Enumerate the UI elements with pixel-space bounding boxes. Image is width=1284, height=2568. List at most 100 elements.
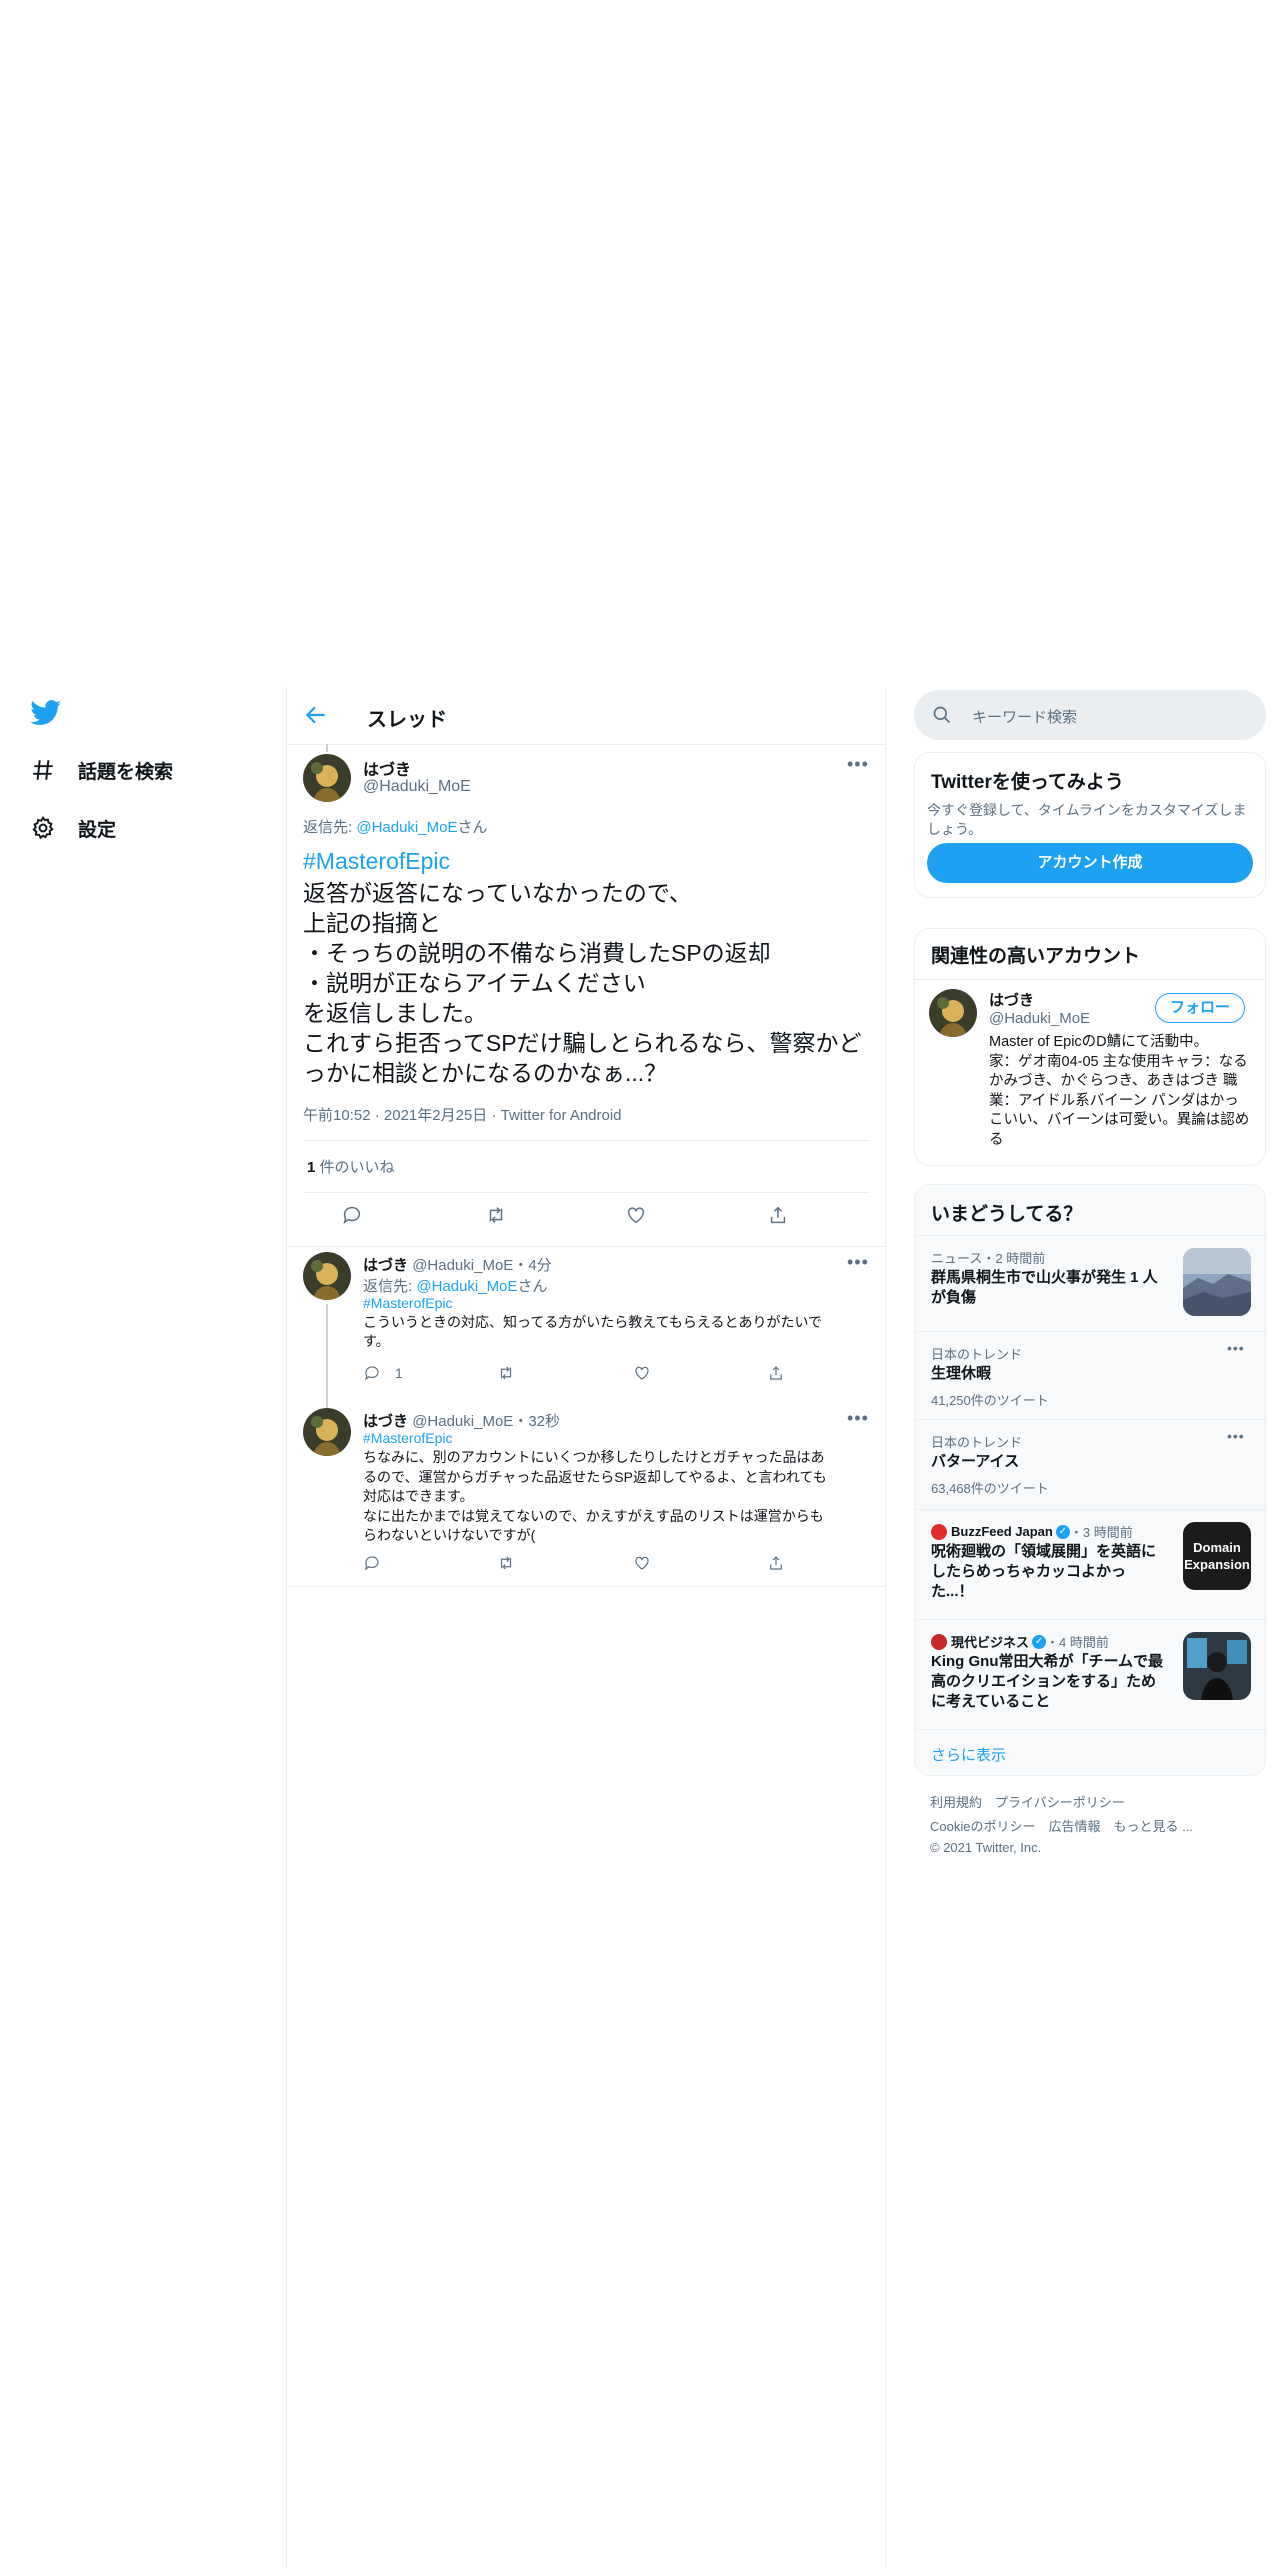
signup-title: Twitterを使ってみよう	[931, 772, 1124, 793]
divider	[303, 1192, 869, 1193]
likes-count[interactable]: 1 件のいいね	[307, 1156, 395, 1177]
reply-button[interactable]: 1	[363, 1364, 403, 1382]
trend-item[interactable]: 現代ビジネス ✓ ・4 時間前 King Gnu常田大希が「チームで最 高のクリ…	[915, 1619, 1265, 1730]
thread-connector	[326, 744, 328, 752]
trend-item[interactable]: 日本のトレンド 生理休暇 41,250件のツイート •••	[915, 1331, 1265, 1420]
avatar[interactable]	[929, 989, 977, 1037]
share-icon	[770, 1366, 782, 1380]
tweet-date[interactable]: 2021年2月25日	[384, 1107, 487, 1124]
like-button[interactable]	[633, 1364, 651, 1382]
avatar[interactable]	[303, 1408, 351, 1456]
tweet-time[interactable]: 午前10:52	[303, 1107, 371, 1124]
search-icon	[933, 706, 951, 724]
follow-button[interactable]: フォロー	[1155, 993, 1245, 1023]
thread-column: スレッド はづき @Haduki_MoE ••• 返信先: @Haduki_Mo…	[286, 686, 886, 2568]
more-options-icon[interactable]: •••	[847, 1252, 869, 1273]
more-options-icon[interactable]: •••	[1227, 1428, 1245, 1444]
verified-badge-icon: ✓	[1032, 1634, 1047, 1649]
copyright: © 2021 Twitter, Inc.	[930, 1840, 1042, 1855]
create-account-button[interactable]: アカウント作成	[927, 843, 1253, 883]
author-name[interactable]: はづき	[363, 756, 411, 780]
author-handle[interactable]: @Haduki_MoE	[412, 1257, 513, 1274]
related-handle[interactable]: @Haduki_MoE	[989, 1010, 1090, 1027]
nav-settings[interactable]: 設定	[30, 810, 116, 846]
author-name[interactable]: はづき	[363, 1257, 408, 1274]
reply-handle-link[interactable]: @Haduki_MoE	[416, 1278, 517, 1295]
trend-thumbnail	[1183, 1632, 1251, 1700]
gear-icon	[32, 815, 54, 840]
trend-title: King Gnu常田大希が「チームで最 高のクリエイションをする」ため に考えて…	[931, 1653, 1164, 1710]
reply-suffix: さん	[457, 819, 488, 836]
footer-links-1[interactable]: 利用規約 プライバシーポリシー	[930, 1792, 1125, 1811]
trend-title: バターアイス	[931, 1453, 1020, 1470]
trend-category: 日本のトレンド	[931, 1435, 1023, 1450]
related-bio: Master of EpicのD鯖にて活動中。 家：ゲオ南04-05 主な使用キ…	[989, 1034, 1250, 1148]
tweet-age[interactable]: 32秒	[528, 1413, 560, 1430]
show-more-row[interactable]: さらに表示	[915, 1729, 1265, 1775]
heart-icon	[635, 1366, 649, 1380]
trends-title: いまどうしてる？	[931, 1204, 1083, 1225]
retweet-icon	[500, 1366, 512, 1380]
retweet-button[interactable]	[497, 1554, 515, 1572]
trends-card: いまどうしてる？ ニュース・2 時間前 群馬県桐生市で山火事が発生 1 人 が負…	[914, 1184, 1266, 1776]
dot-separator: ・	[513, 1413, 529, 1430]
avatar[interactable]	[303, 1252, 351, 1300]
tweet-source[interactable]: Twitter for Android	[501, 1107, 622, 1124]
reply-button[interactable]	[363, 1554, 381, 1572]
trend-item[interactable]: ニュース・2 時間前 群馬県桐生市で山火事が発生 1 人 が負傷	[915, 1235, 1265, 1332]
hashtag-link[interactable]: #MasterofEpic	[363, 1430, 452, 1446]
share-icon	[770, 1206, 786, 1224]
divider	[915, 979, 1265, 980]
divider	[287, 1246, 885, 1247]
reply-count: 1	[395, 1365, 403, 1381]
retweet-button[interactable]	[497, 1364, 515, 1382]
back-arrow-icon[interactable]	[303, 702, 329, 728]
like-button[interactable]	[633, 1554, 651, 1572]
share-button[interactable]	[767, 1554, 785, 1572]
heart-icon	[635, 1556, 649, 1570]
hashtag-link[interactable]: #MasterofEpic	[363, 1295, 452, 1311]
footer-links-2[interactable]: Cookieのポリシー 広告情報 もっと見る ...	[930, 1816, 1193, 1835]
more-options-icon[interactable]: •••	[847, 754, 869, 775]
more-options-icon[interactable]: •••	[847, 1408, 869, 1429]
avatar[interactable]	[303, 754, 351, 802]
reply-handle-link[interactable]: @Haduki_MoE	[356, 819, 457, 836]
like-button[interactable]	[625, 1204, 647, 1226]
verified-badge-icon: ✓	[1055, 1524, 1070, 1539]
reply-icon	[343, 1206, 361, 1225]
share-button[interactable]	[767, 1204, 789, 1226]
buzzfeed-logo-icon	[931, 1523, 947, 1540]
show-more-link[interactable]: さらに表示	[931, 1744, 1006, 1765]
divider	[303, 1140, 869, 1141]
likes-label: 件のいいね	[315, 1159, 395, 1176]
search-box[interactable]: キーワード検索	[914, 690, 1266, 740]
reply-button[interactable]	[341, 1204, 363, 1226]
tweet-text: ちなみに、別のアカウントにいくつか移したりしたけとガチャった品はあ るので、運営…	[363, 1449, 827, 1543]
nav-explore-label: 話題を検索	[78, 761, 174, 783]
trend-source: 現代ビジネス	[951, 1635, 1030, 1650]
share-button[interactable]	[767, 1364, 785, 1382]
more-options-icon[interactable]: •••	[1227, 1340, 1245, 1356]
related-name[interactable]: はづき	[989, 989, 1034, 1010]
nav-explore[interactable]: 話題を検索	[30, 752, 173, 788]
search-input[interactable]: キーワード検索	[972, 706, 1077, 727]
tweet-age[interactable]: 4分	[528, 1257, 551, 1274]
trend-item[interactable]: BuzzFeed Japan ✓ ・3 時間前 呪術廻戦の「領域展開」を英語に …	[915, 1509, 1265, 1620]
trend-source: BuzzFeed Japan	[951, 1524, 1053, 1539]
twitter-logo-icon[interactable]	[30, 700, 62, 726]
reply-context: 返信先: @Haduki_MoEさん	[363, 1275, 547, 1296]
retweet-button[interactable]	[485, 1204, 507, 1226]
tweet-text: こういうときの対応、知ってる方がいたら教えてもらえるとありがたいで す。	[363, 1314, 823, 1349]
author-handle[interactable]: @Haduki_MoE	[363, 778, 471, 796]
trend-item[interactable]: 日本のトレンド バターアイス 63,468件のツイート •••	[915, 1419, 1265, 1510]
author-name[interactable]: はづき	[363, 1413, 408, 1430]
retweet-icon	[489, 1207, 503, 1223]
trend-category: ニュース・2 時間前	[931, 1251, 1046, 1266]
reply-context: 返信先: @Haduki_MoEさん	[303, 816, 487, 837]
divider	[287, 1586, 885, 1587]
reply-prefix: 返信先:	[303, 819, 357, 836]
author-handle[interactable]: @Haduki_MoE	[412, 1413, 513, 1430]
thread-connector	[326, 1304, 328, 1424]
hashtag-link[interactable]: #MasterofEpic	[303, 848, 450, 875]
reply-suffix: さん	[517, 1278, 548, 1295]
